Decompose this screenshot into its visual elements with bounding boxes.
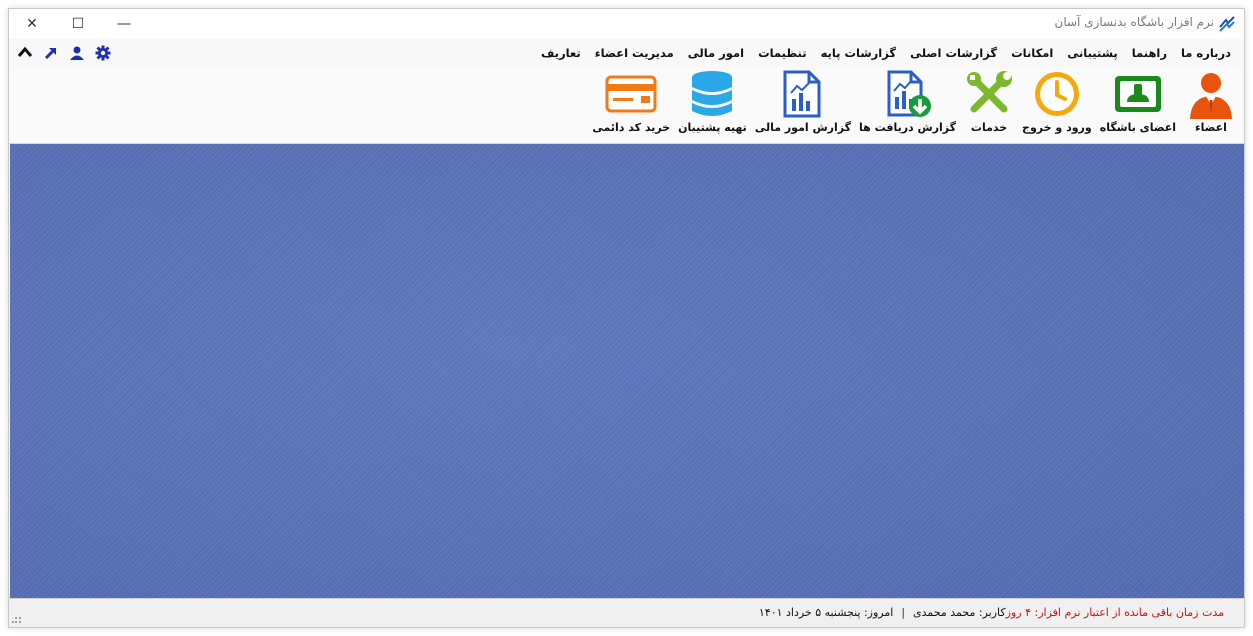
services-button-label: خدمات <box>970 121 1008 134</box>
main-menu: تعاریف مدیریت اعضاء امور مالی تنظیمات گز… <box>534 39 1238 67</box>
backup-button-label: تهیه پشتیبان <box>678 121 747 134</box>
maximize-icon: ☐ <box>71 16 85 32</box>
menu-definitions[interactable]: تعاریف <box>534 46 588 60</box>
menu-members-management[interactable]: مدیریت اعضاء <box>588 46 681 60</box>
receipts-report-button-label: گزارش دریافت ها <box>859 121 957 134</box>
status-separator: | <box>901 605 906 619</box>
ribbon-toolbar: اعضاء اعضای باشگاه ورود و خروج خدمات گزا… <box>9 67 1244 144</box>
close-button[interactable]: ✕ <box>9 9 55 39</box>
member-card-icon <box>1114 76 1161 112</box>
clock-icon <box>1034 72 1079 116</box>
menu-finance[interactable]: امور مالی <box>681 46 751 60</box>
menu-settings[interactable]: تنظیمات <box>751 46 814 60</box>
report-chart-icon <box>783 70 821 118</box>
menu-support[interactable]: پشتیبانی <box>1060 46 1124 60</box>
tools-icon <box>967 71 1013 113</box>
minimize-icon: — <box>117 16 131 32</box>
backup-button[interactable]: تهیه پشتیبان <box>674 67 751 134</box>
members-button[interactable]: اعضاء <box>1180 67 1244 134</box>
user-icon[interactable] <box>69 45 85 61</box>
finance-report-button[interactable]: گزارش امور مالی <box>751 67 855 134</box>
club-members-button-label: اعضای باشگاه <box>1099 121 1176 134</box>
mdi-workspace <box>10 144 1244 600</box>
status-date: امروز: پنجشنبه ۵ خرداد ۱۴۰۱ <box>758 605 894 619</box>
menu-about[interactable]: درباره ما <box>1174 46 1238 60</box>
gear-icon[interactable] <box>95 45 111 61</box>
status-license-warning: مدت زمان باقی مانده از اعتبار نرم افزار:… <box>1005 605 1224 619</box>
buy-license-button-label: خرید کد دائمی <box>592 121 671 134</box>
menu-help[interactable]: راهنما <box>1125 46 1174 60</box>
buy-license-button[interactable]: خرید کد دائمی <box>588 67 674 134</box>
chevron-up-icon[interactable] <box>17 45 33 61</box>
status-user: کاربر: محمد محمدی <box>913 605 1006 619</box>
minimize-button[interactable]: — <box>101 9 147 39</box>
receipts-report-button[interactable]: گزارش دریافت ها <box>855 67 960 134</box>
members-button-label: اعضاء <box>1195 121 1227 134</box>
close-icon: ✕ <box>26 16 38 32</box>
window-title: نرم افزار باشگاه بدنسازی آسان <box>1054 15 1214 29</box>
app-logo-icon <box>1219 16 1235 32</box>
entry-exit-button[interactable]: ورود و خروج <box>1018 67 1096 134</box>
resize-grip-icon[interactable] <box>12 614 22 624</box>
menu-main-reports[interactable]: گزارشات اصلی <box>903 46 1004 60</box>
quick-access-toolbar <box>17 43 111 63</box>
menu-features[interactable]: امکانات <box>1004 46 1060 60</box>
database-icon <box>692 71 733 116</box>
report-download-icon <box>887 70 931 117</box>
entry-exit-button-label: ورود و خروج <box>1022 121 1092 134</box>
title-bar: ✕ ☐ — نرم افزار باشگاه بدنسازی آسان <box>9 9 1244 39</box>
person-icon <box>1190 73 1232 119</box>
credit-card-icon <box>605 75 657 113</box>
menu-basic-reports[interactable]: گزارشات پایه <box>814 46 904 60</box>
menu-bar: تعاریف مدیریت اعضاء امور مالی تنظیمات گز… <box>9 39 1244 67</box>
services-button[interactable]: خدمات <box>960 67 1018 134</box>
finance-report-button-label: گزارش امور مالی <box>754 121 852 134</box>
app-window: ✕ ☐ — نرم افزار باشگاه بدنسازی آسان تعار… <box>8 8 1245 628</box>
club-members-button[interactable]: اعضای باشگاه <box>1096 67 1180 134</box>
maximize-button[interactable]: ☐ <box>55 9 101 39</box>
external-link-arrow-icon[interactable] <box>43 45 59 61</box>
status-bar: امروز: پنجشنبه ۵ خرداد ۱۴۰۱ | کاربر: محم… <box>9 598 1244 627</box>
